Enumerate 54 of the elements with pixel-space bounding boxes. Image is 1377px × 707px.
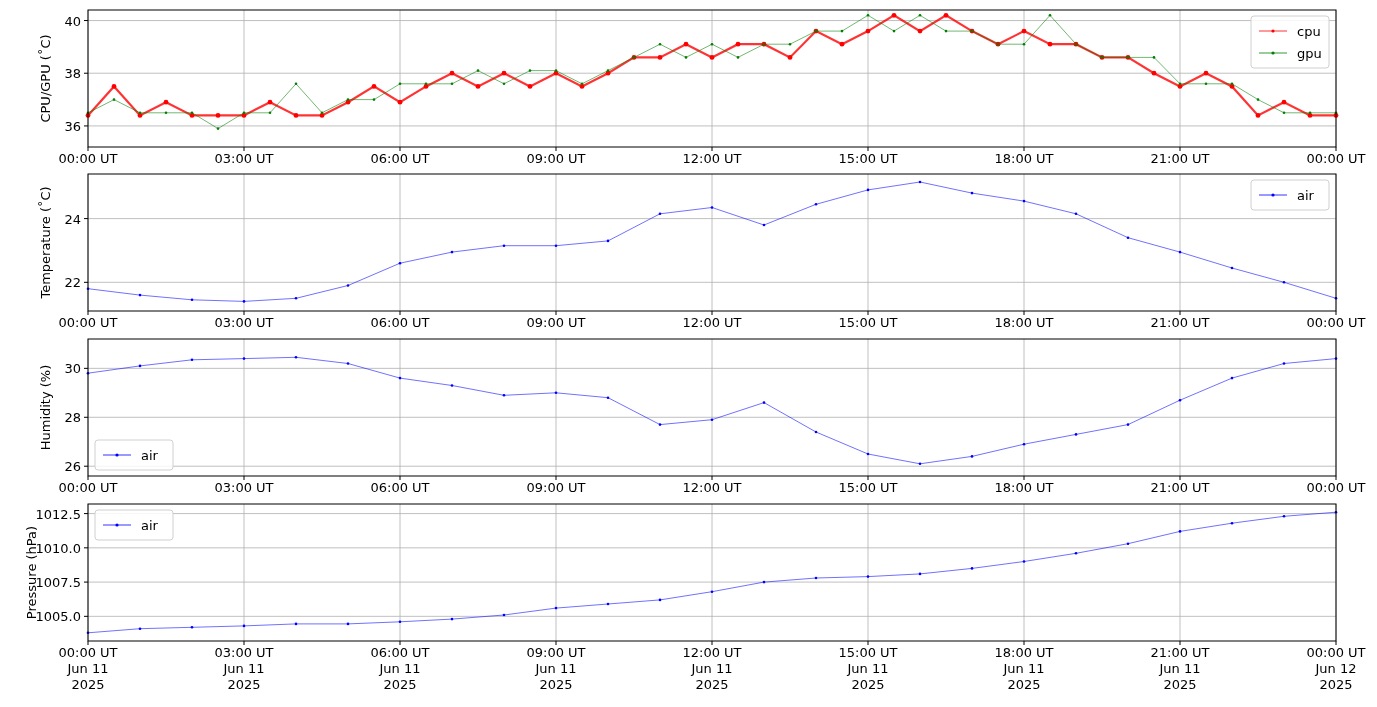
axis-title: Temperature (˚C) [38, 186, 53, 299]
tick-label: 00:00 UT [58, 315, 118, 330]
legend-label: cpu [1297, 24, 1321, 39]
tick-label: 09:00 UT [526, 315, 586, 330]
tick-label: 12:00 UT [682, 480, 742, 495]
tick-label: 00:00 UT [1306, 315, 1366, 330]
tick-label: 21:00 UT [1150, 315, 1210, 330]
tick-label: 03:00 UT [214, 151, 274, 166]
axis-title: CPU/GPU (˚C) [38, 34, 53, 123]
tick-label: 09:00 UT [526, 480, 586, 495]
legend-label: gpu [1297, 46, 1322, 61]
tick-label: 15:00 UT Jun 11 2025 [838, 645, 898, 692]
tick-label: 06:00 UT [370, 480, 430, 495]
tick-label: 15:00 UT [838, 480, 898, 495]
tick-label: 21:00 UT Jun 11 2025 [1150, 645, 1210, 692]
tick-label: 03:00 UT Jun 11 2025 [214, 645, 274, 692]
tick-label: 00:00 UT [1306, 151, 1366, 166]
tick-label: 06:00 UT [370, 151, 430, 166]
legend-label: air [141, 448, 158, 463]
tick-label: 18:00 UT [994, 315, 1054, 330]
tick-label: 00:00 UT [58, 151, 118, 166]
tick-label: 15:00 UT [838, 315, 898, 330]
axis-title: Humidity (%) [38, 364, 53, 451]
tick-label: 21:00 UT [1150, 151, 1210, 166]
tick-label: 00:00 UT [1306, 480, 1366, 495]
tick-label: 24 [64, 211, 81, 227]
tick-label: 12:00 UT [682, 151, 742, 166]
tick-label: 06:00 UT Jun 11 2025 [370, 645, 430, 692]
tick-label: 12:00 UT Jun 11 2025 [682, 645, 742, 692]
tick-label: 00:00 UT [58, 480, 118, 495]
tick-label: 03:00 UT [214, 480, 274, 495]
tick-label: 18:00 UT [994, 480, 1054, 495]
tick-label: 18:00 UT Jun 11 2025 [994, 645, 1054, 692]
tick-label: 1012.5 [35, 506, 81, 522]
tick-label: 28 [64, 410, 81, 426]
tick-label: 30 [64, 361, 81, 377]
legend-label: air [1297, 188, 1314, 203]
tick-label: 03:00 UT [214, 315, 274, 330]
tick-label: 00:00 UT Jun 11 2025 [58, 645, 118, 692]
tick-label: 15:00 UT [838, 151, 898, 166]
tick-label: 26 [64, 459, 81, 475]
tick-label: 22 [64, 275, 81, 291]
tick-label: 09:00 UT Jun 11 2025 [526, 645, 586, 692]
tick-label: 09:00 UT [526, 151, 586, 166]
tick-label: 06:00 UT [370, 315, 430, 330]
legend-label: air [141, 518, 158, 533]
tick-label: 36 [64, 118, 81, 134]
tick-label: 40 [64, 13, 81, 29]
tick-label: 38 [64, 66, 81, 82]
tick-label: 21:00 UT [1150, 480, 1210, 495]
tick-label: 1007.5 [35, 575, 81, 591]
tick-label: 12:00 UT [682, 315, 742, 330]
tick-label: 18:00 UT [994, 151, 1054, 166]
tick-label: 00:00 UT Jun 12 2025 [1306, 645, 1366, 692]
